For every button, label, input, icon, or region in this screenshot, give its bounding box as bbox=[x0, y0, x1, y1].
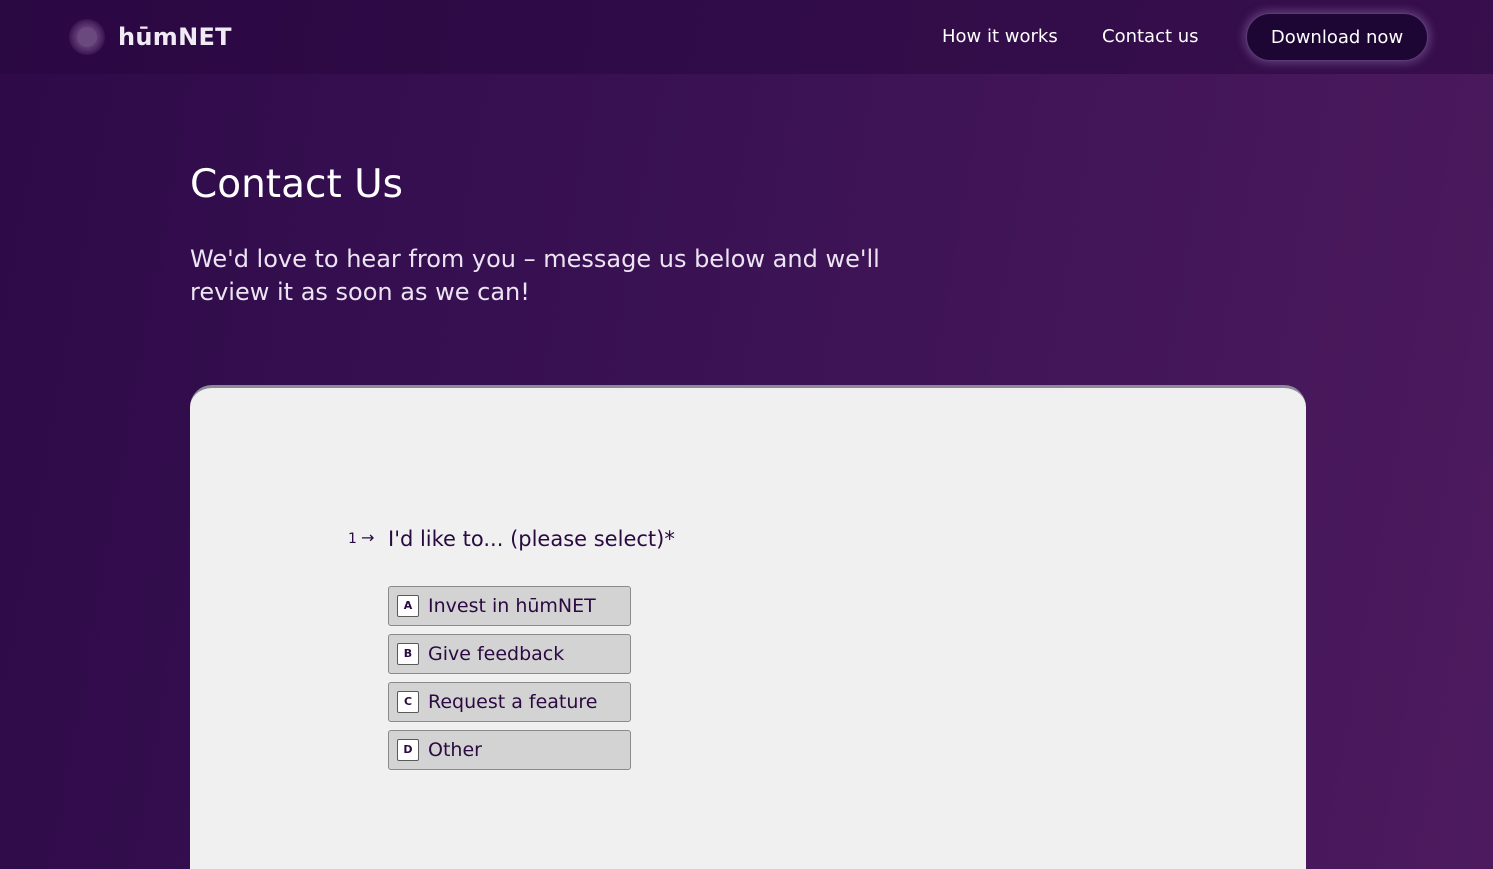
contact-form-card bbox=[190, 385, 1306, 869]
option-key-d: D bbox=[397, 739, 419, 761]
top-navbar: hūmNET How it works Contact us Download … bbox=[0, 0, 1493, 74]
arrow-right-icon: → bbox=[361, 528, 375, 547]
option-other[interactable]: D Other bbox=[388, 730, 631, 770]
option-label-request-feature: Request a feature bbox=[428, 691, 598, 713]
option-key-a: A bbox=[397, 595, 419, 617]
question-number: 1 bbox=[348, 531, 357, 547]
download-now-button[interactable]: Download now bbox=[1246, 13, 1428, 61]
option-key-b: B bbox=[397, 643, 419, 665]
nav-link-how-it-works[interactable]: How it works bbox=[942, 24, 1058, 50]
option-label-give-feedback: Give feedback bbox=[428, 643, 565, 665]
brand-name[interactable]: hūmNET bbox=[118, 21, 232, 53]
logo-icon[interactable] bbox=[69, 19, 105, 55]
option-give-feedback[interactable]: B Give feedback bbox=[388, 634, 631, 674]
option-label-other: Other bbox=[428, 739, 482, 761]
page-title: Contact Us bbox=[190, 162, 403, 207]
option-key-c: C bbox=[397, 691, 419, 713]
option-invest[interactable]: A Invest in hūmNET bbox=[388, 586, 631, 626]
option-request-feature[interactable]: C Request a feature bbox=[388, 682, 631, 722]
nav-link-contact-us[interactable]: Contact us bbox=[1102, 24, 1199, 50]
option-label-invest: Invest in hūmNET bbox=[428, 595, 596, 617]
page-subtitle: We'd love to hear from you – message us … bbox=[190, 245, 880, 306]
question-text: I'd like to... (please select)* bbox=[388, 527, 675, 551]
